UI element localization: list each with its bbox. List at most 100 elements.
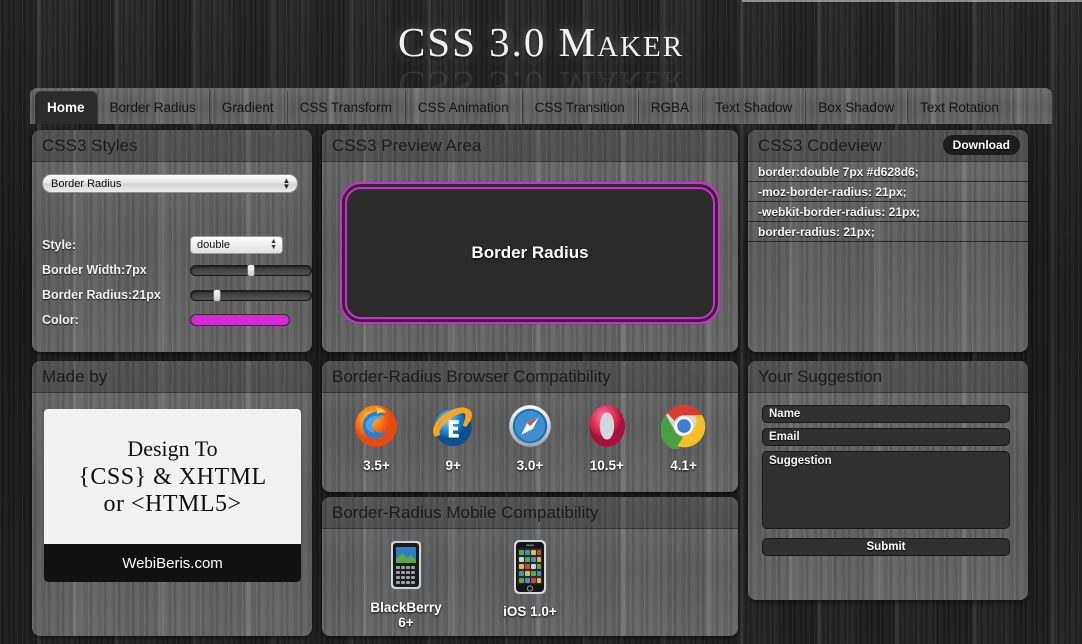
webiberis-logo-link[interactable]: Design To {CSS} & XHTML or <HTML5> WebiB… [44,409,301,582]
page-title: CSS 3.0 Maker [397,19,685,65]
mobile-compatibility-title: Border-Radius Mobile Compatibility [322,497,738,529]
color-control-row: Color: [42,311,302,332]
tab-label: CSS Transform [299,100,392,115]
code-line: border:double 7px #d628d6; [748,162,1028,182]
mobile-icon-row: BlackBerry 6+ iOS 1.0+ [322,529,738,630]
browser-compat-item[interactable]: 9+ [420,403,486,473]
css3-codeview-panel: CSS3 Codeview Download border:double 7px… [748,130,1028,352]
mobile-compatibility-body: BlackBerry 6+ iOS 1.0+ [322,529,738,630]
opera-icon [574,403,640,454]
tab-label: Text Shadow [714,100,793,115]
tab-home[interactable]: Home [35,91,97,124]
codeview-lines: border:double 7px #d628d6; -moz-border-ra… [748,162,1028,242]
browser-compatibility-title: Border-Radius Browser Compatibility [322,361,738,393]
browser-version-label: 3.0+ [516,458,544,473]
your-suggestion-panel: Your Suggestion Submit [748,361,1028,600]
border-style-select[interactable]: double ▲ ▼ [190,236,283,254]
border-width-field [190,261,312,277]
tab-css-transform[interactable]: CSS Transform [286,91,405,124]
border-radius-field [190,286,312,302]
code-line: border-radius: 21px; [748,222,1028,242]
firefox-icon [343,403,409,454]
main-tab-bar: Home Border Radius Gradient CSS Transform CS… [30,88,1052,124]
chrome-icon [651,403,717,454]
border-radius-label: Border Radius:21px [42,288,161,302]
chevron-updown-icon: ▲ ▼ [270,238,277,251]
browser-compat-item[interactable]: 3.5+ [343,403,409,473]
color-swatch[interactable] [190,314,290,326]
name-input[interactable] [762,405,1010,423]
effect-select-value: Border Radius [51,178,122,190]
logo-artwork: Design To {CSS} & XHTML or <HTML5> [44,409,301,544]
browser-version-label: 10.5+ [589,458,624,473]
mobile-compatibility-panel: Border-Radius Mobile Compatibility Black… [322,497,738,636]
made-by-panel: Made by Design To {CSS} & XHTML or <HTML… [32,361,312,636]
effect-select[interactable]: Border Radius ▲ ▼ [42,174,298,193]
browser-compat-item[interactable]: 10.5+ [574,403,640,473]
style-control-row: Style: double ▲ ▼ [42,236,302,257]
browser-version-label: 4.1+ [670,458,697,473]
tab-box-shadow[interactable]: Box Shadow [805,91,908,124]
css3-styles-panel: CSS3 Styles Border Radius ▲ ▼ Style: doub… [32,130,312,352]
logo-line-2: {CSS} & XHTML [78,463,267,490]
mobile-compat-item[interactable]: iOS 1.0+ [490,539,570,630]
code-line: -moz-border-radius: 21px; [748,182,1028,202]
browser-version-label: 3.5+ [363,458,390,473]
download-button[interactable]: Download [942,135,1020,155]
email-input[interactable] [762,428,1010,446]
made-by-panel-title: Made by [32,361,312,393]
tab-css-transition[interactable]: CSS Transition [521,91,638,124]
tab-css-animation[interactable]: CSS Animation [404,91,522,124]
mobile-compat-item[interactable]: BlackBerry 6+ [366,539,446,630]
border-radius-control-row: Border Radius:21px [42,286,312,307]
tab-label: Box Shadow [818,100,895,115]
safari-icon [497,403,563,454]
tab-label: CSS Animation [417,100,509,115]
logo-site-name: WebiBeris.com [44,544,301,582]
browser-compatibility-panel: Border-Radius Browser Compatibility 3.5+… [322,361,738,492]
tab-text-rotation[interactable]: Text Rotation [907,91,1012,124]
border-width-slider[interactable] [190,264,312,277]
internet-explorer-icon [420,403,486,454]
style-label: Style: [42,238,77,252]
browser-compat-item[interactable]: 3.0+ [497,403,563,473]
border-radius-slider[interactable] [190,289,312,302]
tab-border-radius[interactable]: Border Radius [96,91,209,124]
preview-box: Border Radius [340,182,720,324]
css3-styles-panel-title: CSS3 Styles [32,130,312,162]
tab-label: Border Radius [109,100,196,115]
tab-label: Home [47,100,85,115]
tab-text-shadow[interactable]: Text Shadow [701,91,806,124]
code-line: -webkit-border-radius: 21px; [748,202,1028,222]
browser-compat-item[interactable]: 4.1+ [651,403,717,473]
tab-label: RGBA [650,100,689,115]
page-header: CSS 3.0 Maker CSS 3.0 Maker [0,0,1082,88]
border-radius-slider-handle[interactable] [213,289,222,302]
border-width-slider-handle[interactable] [247,264,255,277]
your-suggestion-title: Your Suggestion [748,361,1028,393]
tab-label: CSS Transition [534,100,625,115]
mobile-version-label: BlackBerry 6+ [370,600,442,630]
color-field [190,311,290,326]
css3-preview-panel: CSS3 Preview Area Border Radius [322,130,738,352]
browser-icon-row: 3.5+ 9+ 3.0+ 10.5+ 4.1+ [322,393,738,473]
iphone-icon [490,539,570,600]
chevron-updown-icon: ▲ ▼ [282,176,291,191]
logo-line-1: Design To [127,435,218,461]
tab-rgba[interactable]: RGBA [637,91,702,124]
browser-compatibility-body: 3.5+ 9+ 3.0+ 10.5+ 4.1+ [322,393,738,473]
tab-gradient[interactable]: Gradient [208,91,287,124]
border-width-control-row: Border Width:7px [42,261,312,282]
css3-codeview-title-text: CSS3 Codeview [758,136,882,155]
border-style-select-value: double [197,239,231,251]
css3-codeview-panel-title: CSS3 Codeview Download [748,130,1028,162]
tab-label: Gradient [221,100,274,115]
blackberry-icon [366,539,446,596]
border-width-label: Border Width:7px [42,263,147,277]
submit-button[interactable]: Submit [762,538,1010,556]
css3-preview-panel-title: CSS3 Preview Area [322,130,738,162]
suggestion-textarea[interactable] [762,451,1010,529]
style-field: double ▲ ▼ [190,236,283,254]
preview-box-label: Border Radius [471,243,589,262]
color-label: Color: [42,313,79,327]
